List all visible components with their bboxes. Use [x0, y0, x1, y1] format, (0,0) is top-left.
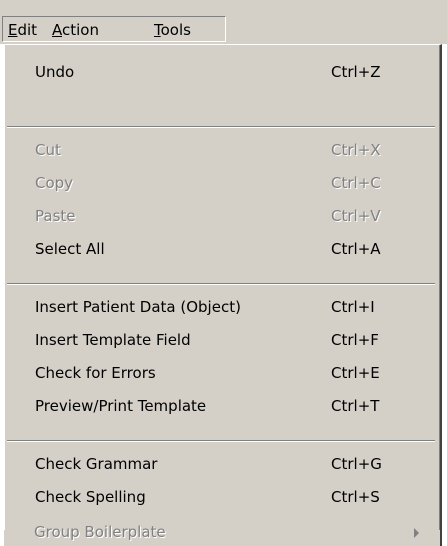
- menu-item-shortcut: Ctrl+C: [331, 174, 381, 192]
- menu-item-check-grammar[interactable]: Check Grammar Ctrl+G: [5, 451, 440, 479]
- menu-item-shortcut: Ctrl+Z: [331, 63, 381, 81]
- menu-bar: Edit Action Tools: [0, 0, 447, 44]
- menu-action-mnemonic: A: [52, 21, 62, 39]
- menu-item-check-for-errors[interactable]: Check for Errors Ctrl+E: [5, 360, 440, 388]
- menu-edit[interactable]: Edit: [8, 21, 37, 39]
- menu-action[interactable]: Action: [52, 21, 99, 39]
- menu-item-undo[interactable]: Undo Ctrl+Z: [5, 59, 440, 87]
- menu-separator: [7, 126, 435, 128]
- menu-tools[interactable]: Tools: [154, 21, 191, 39]
- menu-item-copy[interactable]: Copy Ctrl+C: [5, 170, 440, 198]
- menu-separator: [7, 440, 435, 442]
- menu-separator: [7, 283, 435, 285]
- menu-item-cut[interactable]: Cut Ctrl+X: [5, 137, 440, 165]
- menu-item-shortcut: Ctrl+I: [331, 298, 375, 316]
- menu-item-label: Insert Patient Data (Object): [35, 298, 241, 316]
- menu-item-shortcut: Ctrl+S: [331, 488, 380, 506]
- menu-item-label: Insert Template Field: [35, 331, 191, 349]
- menu-item-check-spelling[interactable]: Check Spelling Ctrl+S: [5, 484, 440, 512]
- menu-tools-mnemonic: T: [154, 21, 161, 39]
- menu-item-label: Group Boilerplate: [34, 523, 166, 541]
- menu-item-label: Preview/Print Template: [35, 397, 207, 415]
- menu-item-paste[interactable]: Paste Ctrl+V: [5, 203, 440, 231]
- submenu-arrow-icon: [414, 528, 419, 538]
- menu-item-label: Paste: [35, 207, 76, 225]
- menu-item-shortcut: Ctrl+A: [331, 240, 381, 258]
- menu-action-label: ction: [62, 21, 99, 39]
- menu-item-insert-patient-data[interactable]: Insert Patient Data (Object) Ctrl+I: [5, 294, 440, 322]
- menu-item-shortcut: Ctrl+V: [331, 207, 381, 225]
- menu-tools-label: ools: [160, 21, 191, 39]
- menu-item-label: Copy: [35, 174, 74, 192]
- menu-item-shortcut: Ctrl+T: [331, 397, 380, 415]
- menu-item-shortcut: Ctrl+G: [331, 455, 382, 473]
- menu-item-select-all[interactable]: Select All Ctrl+A: [5, 236, 440, 264]
- menu-item-shortcut: Ctrl+E: [331, 364, 380, 382]
- menu-item-shortcut: Ctrl+X: [331, 141, 381, 159]
- menu-item-label: Select All: [35, 240, 105, 258]
- menu-edit-label: dit: [17, 21, 38, 39]
- menu-item-label: Check Grammar: [35, 455, 158, 473]
- menu-item-label: Check for Errors: [35, 364, 156, 382]
- menu-item-preview-print-template[interactable]: Preview/Print Template Ctrl+T: [5, 393, 440, 421]
- menu-item-group-boilerplate[interactable]: Group Boilerplate: [4, 523, 442, 546]
- menu-item-label: Check Spelling: [35, 488, 146, 506]
- menu-item-label: Undo: [35, 63, 75, 81]
- edit-menu-dropdown: Undo Ctrl+Z Cut Ctrl+X Copy Ctrl+C Paste…: [4, 44, 442, 540]
- menu-item-label: Cut: [35, 141, 61, 159]
- menu-item-insert-template-field[interactable]: Insert Template Field Ctrl+F: [5, 327, 440, 355]
- menu-item-shortcut: Ctrl+F: [331, 331, 379, 349]
